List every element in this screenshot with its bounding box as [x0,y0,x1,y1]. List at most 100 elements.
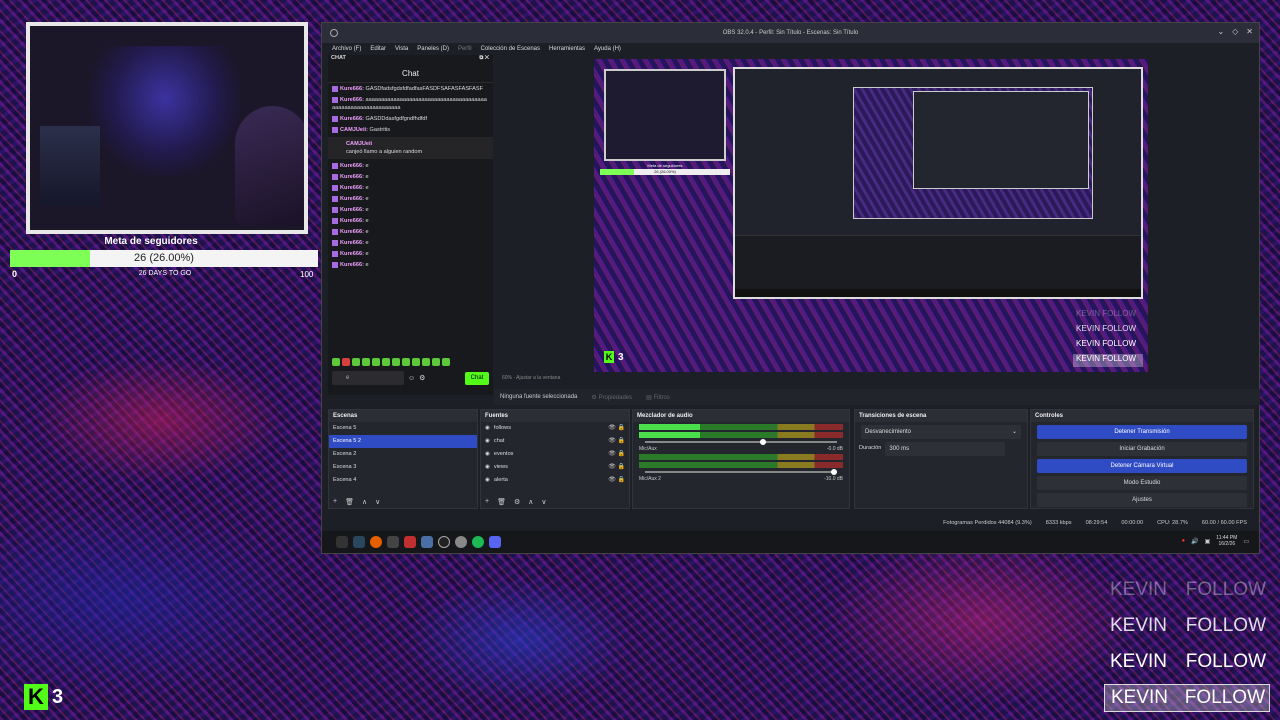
emote-icon[interactable] [432,358,440,366]
move-up-icon[interactable]: ∧ [528,498,533,506]
scenes-title: Escenas [329,410,477,422]
chat-dock-label: CHAT [331,55,346,61]
add-scene-icon[interactable]: + [333,498,337,506]
store-icon[interactable] [404,536,416,548]
zoom-indicator[interactable]: 60% · Ajustar a la ventana [502,375,560,381]
properties-button[interactable]: ⚙ Propiedades [591,394,632,401]
move-up-icon[interactable]: ∧ [362,498,367,506]
emote-icon[interactable] [412,358,420,366]
chat-input[interactable]: e [332,371,404,385]
source-item[interactable]: ◉ chat 👁 🔒 [481,435,629,448]
chat-username: Kure666: [340,207,364,213]
webcam-frame [26,22,308,234]
emote-icon[interactable] [442,358,450,366]
emoji-icon[interactable]: ☺ [408,375,415,382]
emote-icon[interactable] [422,358,430,366]
start-recording-button[interactable]: Iniciar Grabación [1037,442,1247,456]
emote-icon[interactable] [332,358,340,366]
chat-message-list[interactable]: Kure666: GASDfadsfgdsfdfadfasFASDFSAFASF… [328,83,493,355]
studio-mode-button[interactable]: Modo Estudio [1037,476,1247,490]
terminal-icon[interactable] [387,536,399,548]
sources-title: Fuentes [481,410,629,422]
spotify-icon[interactable] [472,536,484,548]
visibility-eye-icon[interactable]: 👁 🔒 [608,448,625,461]
files-icon[interactable] [421,536,433,548]
emote-icon[interactable] [362,358,370,366]
remove-scene-icon[interactable]: 🗑 [345,498,354,506]
stop-virtual-camera-button[interactable]: Detener Cámara Virtual [1037,459,1247,473]
dock-close-icon[interactable]: ⧉ ✕ [479,55,489,65]
chat-message: Kure666: e [332,217,489,225]
source-item[interactable]: ◉ alerta 👁 🔒 [481,474,629,487]
user-badge-icon [332,173,338,180]
audio-mixer-dock: Mezclador de audio Mic/Aux -0.0 dB Mic/Aux… [632,409,850,509]
move-down-icon[interactable]: ∨ [375,498,380,506]
discord-icon[interactable] [489,536,501,548]
emote-icon[interactable] [402,358,410,366]
source-name: follows [493,425,511,431]
visibility-eye-icon[interactable]: 👁 🔒 [608,461,625,474]
stop-stream-button[interactable]: Detener Transmisión [1037,425,1247,439]
chrome-icon[interactable] [455,536,467,548]
volume-slider[interactable] [645,439,837,445]
preview-goal-title: Meta de seguidores [647,163,683,168]
launcher-icon[interactable] [336,536,348,548]
preview-follow-alert: KEVIN FOLLOW [1076,339,1137,348]
filters-button[interactable]: ▤ Filtros [646,394,670,401]
steam-icon[interactable] [353,536,365,548]
controls-dock: Controles Detener Transmisión Iniciar Gr… [1030,409,1254,509]
visibility-eye-icon[interactable]: 👁 🔒 [608,435,625,448]
chat-send-button[interactable]: Chat [465,371,489,385]
move-down-icon[interactable]: ∨ [541,498,546,506]
settings-button[interactable]: Ajustes [1037,493,1247,507]
chat-text: e [365,262,369,268]
source-type-icon: ◉ [485,425,490,431]
maximize-button[interactable]: ◇ [1232,27,1238,36]
source-item[interactable]: ◉ views 👁 🔒 [481,461,629,474]
source-name: alerta [493,477,508,483]
chat-username: Kure666: [340,251,364,257]
emote-icon[interactable] [382,358,390,366]
close-button[interactable]: ✕ [1246,27,1253,36]
user-badge-icon [332,206,338,213]
menu-herramientas[interactable]: Herramientas [549,43,585,57]
emote-icon[interactable] [342,358,350,366]
scene-item[interactable]: Escena 3 [329,461,477,474]
clock[interactable]: 11:44 PM 16/2/26 [1216,535,1237,547]
source-item[interactable]: ◉ follows 👁 🔒 [481,422,629,435]
transition-select[interactable]: Desvanecimiento ⌄ [861,425,1021,439]
chat-message: Kure666: e [332,162,489,170]
duration-input[interactable]: 300 ms [885,441,1006,456]
emote-icon[interactable] [352,358,360,366]
scene-item[interactable]: Escena 5 2 [329,435,477,448]
volume-icon[interactable]: 🔊 [1191,538,1198,545]
firefox-icon[interactable] [370,536,382,548]
obs-icon[interactable] [438,536,450,548]
network-icon[interactable]: ▣ [1205,538,1211,545]
volume-slider[interactable] [645,469,838,475]
visibility-eye-icon[interactable]: 👁 🔒 [608,422,625,435]
add-source-icon[interactable]: + [485,498,489,506]
minimize-button[interactable]: ⌄ [1217,27,1224,36]
source-item[interactable]: ◉ eventos 👁 🔒 [481,448,629,461]
chat-username: Kure666: [340,196,364,202]
show-desktop-icon[interactable]: ▭ [1243,538,1249,545]
scene-preview[interactable]: Meta de seguidores 26 (26.00%) KEVIN FOL… [594,59,1148,372]
remove-source-icon[interactable]: 🗑 [497,498,506,506]
scene-item[interactable]: Escena 2 [329,448,477,461]
source-settings-icon[interactable]: ⚙ [514,498,520,506]
chat-text: Gastritis [369,127,391,133]
scene-item[interactable]: Escena 5 [329,422,477,435]
chat-message: CAMJUeii canjeó llamo a alguien random [328,137,493,159]
sources-dock: Fuentes ◉ follows 👁 🔒 ◉ chat 👁 🔒 ◉ eventos 👁 🔒 ◉ v… [480,409,630,509]
settings-gear-icon[interactable]: ⚙ [419,374,425,382]
chat-text: e [365,174,369,180]
chat-message: Kure666: GASDDdasfgdfgndfhdfdf [332,115,489,123]
emote-icon[interactable] [372,358,380,366]
visibility-eye-icon[interactable]: 👁 🔒 [608,474,625,487]
kick-logo-icon: K [604,351,614,363]
menu-ayuda[interactable]: Ayuda (H) [594,43,621,57]
emote-icon[interactable] [392,358,400,366]
no-source-label: Ninguna fuente seleccionada [500,394,578,400]
scene-item[interactable]: Escena 4 [329,474,477,487]
